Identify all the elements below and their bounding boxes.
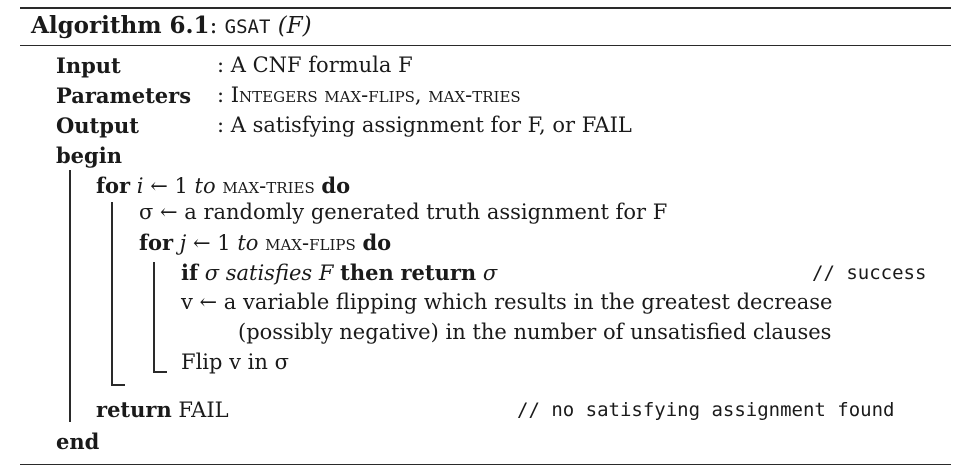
return-fail-value: FAIL [178, 398, 229, 422]
for-j-keyword: for [139, 230, 174, 255]
input-row: Input [56, 55, 121, 77]
if-satisfies: satisfies [225, 261, 313, 285]
sigma-init-line: σ ← a randomly generated truth assignmen… [139, 200, 668, 224]
output-label: Output [56, 113, 139, 138]
for-j-line: for j ← 1 to max-flips do [139, 232, 391, 254]
algorithm-figure: Algorithm 6.1: GSAT (F) Input : A CNF fo… [0, 0, 971, 472]
flip-line: Flip v in σ [181, 350, 289, 374]
top-rule [20, 7, 951, 9]
for-j-variable: j [179, 231, 187, 255]
algorithm-argument: (F) [277, 13, 312, 39]
caption-separator: : [209, 13, 218, 39]
output-text: : A satisfying assignment for F, or FAIL [217, 113, 632, 137]
for-i-keyword: for [96, 173, 131, 198]
comment-not-found: // no satisfying assignment found [517, 399, 895, 421]
for-i-block-foot [111, 384, 125, 386]
caption-label: Algorithm 6.1 [31, 12, 210, 39]
v-assign-line: v ← a variable flipping which results in… [181, 290, 833, 314]
begin-block-bar [69, 170, 71, 422]
for-i-limit: max-tries [222, 174, 315, 198]
for-i-do: do [321, 173, 351, 198]
return-fail-line: return FAIL [96, 399, 229, 421]
algorithm-caption: Algorithm 6.1: GSAT (F) [31, 14, 312, 38]
for-j-limit: max-flips [265, 231, 356, 255]
if-keyword: if [181, 260, 199, 285]
input-text: : A CNF formula F [217, 53, 413, 77]
for-i-line: for i ← 1 to max-tries do [96, 175, 350, 197]
begin-keyword: begin [56, 143, 122, 168]
for-i-to: to [194, 174, 216, 198]
for-j-to: to [237, 231, 259, 255]
v-assign-continuation: (possibly negative) in the number of uns… [238, 320, 832, 344]
parameters-text: : Integers max-flips, max-tries [217, 83, 521, 107]
if-line: if σ satisfies F then return σ [181, 262, 497, 284]
for-j-block-bar [153, 262, 155, 372]
for-j-do: do [362, 230, 392, 255]
parameters-label: Parameters [56, 83, 192, 108]
for-i-variable: i [136, 174, 144, 198]
algorithm-name: GSAT [224, 16, 271, 38]
parameters-row: Parameters [56, 85, 191, 107]
for-i-block-bar [111, 202, 113, 385]
input-label: Input [56, 53, 121, 78]
for-i-start: ← 1 [150, 174, 188, 198]
for-j-block-foot [153, 371, 167, 373]
return-sigma: σ [482, 261, 498, 285]
bottom-rule [20, 464, 951, 465]
end-keyword: end [56, 429, 100, 454]
then-keyword: then [340, 260, 394, 285]
return-keyword: return [96, 397, 172, 422]
comment-success: // success [812, 262, 927, 284]
if-sigma: σ [204, 261, 220, 285]
inner-return-keyword: return [400, 260, 477, 285]
caption-rule [20, 45, 951, 46]
if-formula: F [318, 261, 334, 285]
for-j-start: ← 1 [193, 231, 231, 255]
output-row: Output [56, 115, 139, 137]
